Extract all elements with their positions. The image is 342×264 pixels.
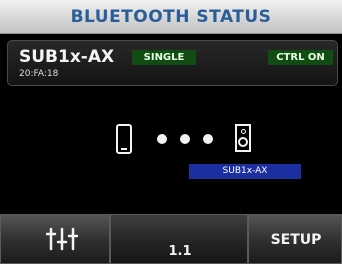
bottom-toolbar: 1.1 SETUP <box>0 214 342 264</box>
connection-dot-icon <box>203 134 213 144</box>
setup-button-label: SETUP <box>270 232 322 248</box>
control-status-badge: CTRL ON <box>268 50 333 65</box>
device-name: SUB1x-AX <box>19 47 115 67</box>
speaker-tweeter <box>241 129 246 134</box>
scene-number: 1.1 <box>168 244 192 259</box>
speaker-icon <box>235 124 251 152</box>
connection-dot-icon <box>180 134 190 144</box>
page-title: BLUETOOTH STATUS <box>70 7 272 27</box>
mixer-sliders-icon <box>46 227 78 251</box>
setup-button[interactable]: SETUP <box>248 214 342 264</box>
speaker-woofer <box>238 137 248 147</box>
connection-dot-icon <box>157 134 167 144</box>
mixer-button[interactable] <box>0 214 110 264</box>
device-mac-address: 20:FA:18 <box>19 69 59 79</box>
smartphone-icon <box>116 124 132 154</box>
speaker-name-label: SUB1x-AX <box>189 164 301 179</box>
device-card[interactable]: SUB1x-AX 20:FA:18 SINGLE CTRL ON <box>7 40 338 86</box>
title-bar: BLUETOOTH STATUS <box>0 0 342 34</box>
mode-badge: SINGLE <box>132 50 196 65</box>
scene-button[interactable]: 1.1 <box>110 214 248 264</box>
connection-diagram: SUB1x-AX <box>0 92 342 212</box>
